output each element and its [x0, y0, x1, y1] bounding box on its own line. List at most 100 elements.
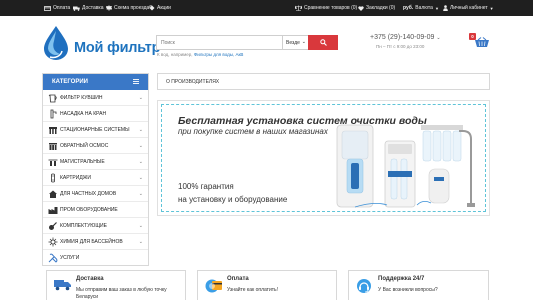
search-icon — [319, 39, 327, 46]
chevron-down-icon: ⌄ — [138, 159, 143, 165]
sidebar-item-pitcher[interactable]: ФИЛЬТР КУВШИН ⌄ — [43, 90, 148, 106]
sidebar-item-mainline[interactable]: МАГИСТРАЛЬНЫЕ ⌄ — [43, 154, 148, 170]
topbar-link-label: Схема проезда — [114, 5, 150, 11]
water-drop-logo-icon — [44, 26, 68, 60]
feature-text: Узнайте как оплатить! — [227, 287, 278, 294]
sidebar-item-label: КОМПЛЕКТУЮЩИЕ — [60, 222, 107, 229]
sidebar-item-faucet[interactable]: НАСАДКА НА КРАН — [43, 106, 148, 122]
card-icon — [44, 5, 51, 11]
osmosis-icon — [49, 143, 57, 150]
heart-icon — [358, 5, 364, 11]
delivery-truck-icon — [54, 280, 71, 291]
payment-icon — [205, 279, 222, 293]
currency-dropdown[interactable]: руб. Валюта ▼ — [403, 0, 439, 16]
feature-text-line: У Вас возникли вопросы? — [378, 287, 438, 293]
parts-icon — [49, 222, 57, 230]
chevron-down-icon: ⌄ — [138, 223, 143, 229]
sidebar-item-label: МАГИСТРАЛЬНЫЕ — [60, 158, 105, 165]
categories-header[interactable]: КАТЕГОРИИ — [43, 74, 148, 90]
tag-icon — [149, 5, 155, 11]
cartridge-icon — [51, 173, 55, 183]
promo-banner-frame: Бесплатная установка систем очистки воды… — [161, 104, 486, 212]
sidebar-item-label: ФИЛЬТР КУВШИН — [60, 94, 103, 101]
water-filter-systems-image — [336, 124, 475, 208]
caret-down-icon: ▼ — [489, 5, 494, 11]
sidebar-item-label: СТАЦИОНАРНЫЕ СИСТЕМЫ — [60, 126, 130, 133]
sidebar-item-label: ДЛЯ ЧАСТНЫХ ДОМОВ — [60, 190, 117, 197]
map-icon — [106, 5, 112, 11]
promo-banner[interactable]: Бесплатная установка систем очистки воды… — [157, 100, 490, 216]
chevron-down-icon: ⌄ — [301, 39, 306, 45]
services-icon — [48, 253, 58, 263]
sidebar-item-private-houses[interactable]: ДЛЯ ЧАСТНЫХ ДОМОВ ⌄ — [43, 186, 148, 202]
phone-number: +375 (29)-140-09-09 — [370, 34, 435, 41]
search-input[interactable] — [157, 36, 281, 49]
breadcrumb[interactable]: О ПРОИЗВОДИТЕЛЯХ — [157, 73, 490, 90]
search-hint-prefix: К вод, например, — [157, 52, 193, 57]
banner-guarantee-line1: 100% гарантия — [178, 182, 234, 191]
topbar-link-route-map[interactable]: Схема проезда — [106, 0, 149, 16]
banner-guarantee-line2: на установку и оборудование — [178, 195, 288, 204]
factory-icon — [48, 207, 58, 214]
house-icon — [49, 190, 57, 198]
search-button[interactable] — [308, 35, 338, 50]
system-icon — [49, 127, 57, 134]
top-bar: Оплата Доставка Схема проезда Акции Срав… — [0, 0, 533, 16]
caret-down-icon: ▼ — [434, 5, 439, 11]
feature-text-line: Беларуси — [76, 293, 99, 300]
banner-subtitle: при покупке систем в наших магазинах — [178, 127, 328, 136]
sidebar-item-components[interactable]: КОМПЛЕКТУЮЩИЕ ⌄ — [43, 218, 148, 234]
bookmarks-label: Закладки (0) — [366, 5, 396, 11]
feature-text-line: Мы отправим ваш заказ в любую точку — [76, 287, 167, 293]
chevron-down-icon: ⌄ — [138, 143, 143, 149]
working-hours: Пн – Пт с 9:00 до 23:00 — [376, 44, 425, 49]
basket-icon — [475, 37, 489, 47]
sidebar-item-label: ОБРАТНЫЙ ОСМОС — [60, 142, 109, 149]
mainline-icon — [48, 159, 58, 166]
search-hint: К вод, например, Фильтры для воды, АкВ — [157, 52, 243, 57]
chevron-down-icon: ⌄ — [138, 191, 143, 197]
user-icon — [443, 5, 448, 11]
compare-label: Сравнение товаров (0) — [304, 5, 358, 11]
feature-delivery[interactable]: Доставка Мы отправим ваш заказ в любую т… — [46, 270, 186, 300]
sidebar-item-reverse-osmosis[interactable]: ОБРАТНЫЙ ОСМОС ⌄ — [43, 138, 148, 154]
sidebar-item-label: ПРОМ ОБОРУДОВАНИЕ — [60, 206, 118, 213]
sidebar-item-cartridges[interactable]: КАРТРИДЖИ ⌄ — [43, 170, 148, 186]
sidebar-item-label: УСЛУГИ — [60, 255, 80, 261]
topbar-compare-link[interactable]: Сравнение товаров (0) — [295, 0, 357, 16]
chevron-down-icon: ⌄ — [436, 35, 441, 41]
sidebar-item-stationary-systems[interactable]: СТАЦИОНАРНЫЕ СИСТЕМЫ ⌄ — [43, 122, 148, 138]
topbar-link-payment[interactable]: Оплата — [44, 0, 70, 16]
feature-payment[interactable]: Оплата Узнайте как оплатить! — [197, 270, 337, 300]
topbar-bookmarks-link[interactable]: Закладки (0) — [358, 0, 395, 16]
compare-icon — [295, 5, 302, 11]
search-bar: Везде ⌄ — [156, 35, 338, 50]
pitcher-icon — [48, 94, 57, 103]
breadcrumb-label: О ПРОИЗВОДИТЕЛЯХ — [166, 78, 220, 85]
cart-button[interactable]: 0 — [469, 33, 491, 49]
chevron-down-icon: ⌄ — [138, 127, 143, 133]
feature-title: Доставка — [76, 276, 104, 282]
sidebar-item-services[interactable]: УСЛУГИ — [43, 250, 148, 266]
sidebar-item-label: НАСАДКА НА КРАН — [60, 110, 107, 117]
search-hint-link[interactable]: Фильтры для воды, АкВ — [194, 52, 244, 57]
chevron-down-icon: ⌄ — [138, 95, 143, 101]
category-sidebar: КАТЕГОРИИ ФИЛЬТР КУВШИН ⌄ НАСАДКА НА КРА… — [42, 73, 149, 266]
site-logo[interactable]: Мой фильтр — [42, 25, 160, 61]
feature-title: Поддержка 24/7 — [378, 276, 425, 282]
truck-icon — [73, 6, 80, 11]
sidebar-item-label: ХИМИЯ ДЛЯ БАССЕЙНОВ — [60, 238, 123, 245]
sidebar-item-pool-chemistry[interactable]: ХИМИЯ ДЛЯ БАССЕЙНОВ ⌄ — [43, 234, 148, 250]
chevron-down-icon: ⌄ — [138, 175, 143, 181]
logo-text: Мой фильтр — [74, 40, 161, 56]
sidebar-item-industrial-equipment[interactable]: ПРОМ ОБОРУДОВАНИЕ — [43, 202, 148, 218]
feature-support[interactable]: Поддержка 24/7 У Вас возникли вопросы? — [348, 270, 489, 300]
topbar-link-label: Доставка — [82, 5, 104, 11]
account-dropdown[interactable]: Личный кабинет ▼ — [443, 0, 494, 16]
account-label: Личный кабинет — [450, 5, 488, 11]
topbar-link-delivery[interactable]: Доставка — [73, 0, 103, 16]
phone-dropdown[interactable]: +375 (29)-140-09-09 ⌄ — [370, 34, 441, 41]
search-scope-select[interactable]: Везде ⌄ — [282, 36, 309, 49]
feature-text: У Вас возникли вопросы? — [378, 287, 438, 294]
topbar-link-promotions[interactable]: Акции — [149, 0, 171, 16]
